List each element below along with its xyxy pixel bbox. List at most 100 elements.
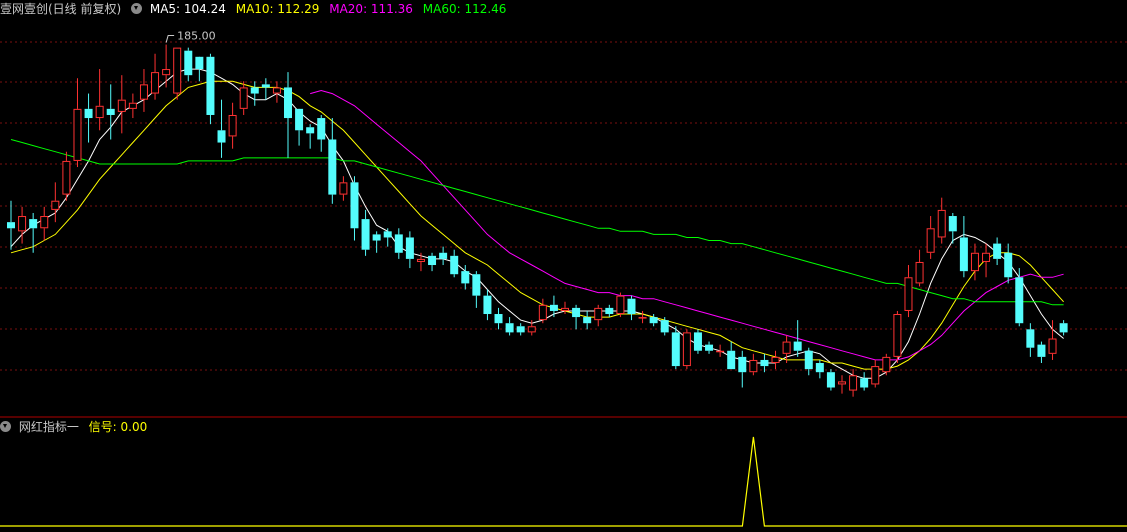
candle[interactable] <box>284 72 292 158</box>
candle[interactable] <box>405 231 414 269</box>
candle[interactable] <box>893 310 902 364</box>
candle[interactable] <box>1004 243 1013 284</box>
candle[interactable] <box>51 182 60 223</box>
candle[interactable] <box>394 228 403 259</box>
candle[interactable] <box>361 209 370 256</box>
candle[interactable] <box>84 93 93 143</box>
candle-body-up <box>915 261 924 284</box>
candle[interactable] <box>317 114 326 152</box>
candle[interactable] <box>151 53 160 100</box>
candle[interactable] <box>195 56 204 82</box>
candle[interactable] <box>62 151 71 201</box>
candle[interactable] <box>250 81 259 106</box>
candle[interactable] <box>1037 341 1046 364</box>
candle[interactable] <box>95 69 104 131</box>
candle[interactable] <box>982 243 991 278</box>
candle[interactable] <box>173 47 182 100</box>
candle[interactable] <box>428 252 437 272</box>
candle[interactable] <box>760 353 769 373</box>
candle[interactable] <box>306 124 315 149</box>
candle-body-down <box>1015 277 1024 324</box>
candle[interactable] <box>439 246 448 266</box>
indicator-menu-icon[interactable] <box>131 3 143 14</box>
candle[interactable] <box>40 206 49 241</box>
candle[interactable] <box>882 353 891 376</box>
candle[interactable] <box>926 216 935 259</box>
candle[interactable] <box>749 353 758 376</box>
candle[interactable] <box>328 118 337 204</box>
candle-body-up <box>51 200 60 210</box>
candle[interactable] <box>18 206 27 244</box>
candle-body-up <box>339 182 348 195</box>
candle[interactable] <box>217 99 226 158</box>
candle-body-down <box>295 108 304 131</box>
candle[interactable] <box>860 372 869 391</box>
candle[interactable] <box>605 304 614 318</box>
candle[interactable] <box>494 307 503 330</box>
signal-line <box>0 436 1127 527</box>
candle[interactable] <box>627 295 636 321</box>
candle[interactable] <box>117 75 126 134</box>
candle[interactable] <box>727 341 736 370</box>
candle[interactable] <box>904 265 913 318</box>
candle[interactable] <box>705 341 714 354</box>
candle[interactable] <box>184 47 193 82</box>
sub-header: 网红指标一 信号: 0.00 <box>0 418 153 436</box>
candle[interactable] <box>162 44 171 88</box>
candle[interactable] <box>682 329 691 370</box>
candle[interactable] <box>272 81 281 103</box>
candle[interactable] <box>450 249 459 278</box>
candle[interactable] <box>228 102 237 149</box>
candle[interactable] <box>206 53 215 125</box>
candle[interactable] <box>350 176 359 241</box>
candle[interactable] <box>616 292 625 318</box>
candle[interactable] <box>804 347 813 376</box>
candle[interactable] <box>993 237 1002 266</box>
candle[interactable] <box>295 108 304 146</box>
candle-body-up <box>40 216 49 229</box>
candle[interactable] <box>638 310 647 324</box>
candle-body-down <box>760 359 769 367</box>
candle[interactable] <box>671 326 680 370</box>
candle[interactable] <box>7 200 15 250</box>
candle-body-down <box>693 332 702 351</box>
candle[interactable] <box>472 271 481 308</box>
candle[interactable] <box>572 304 581 330</box>
candle[interactable] <box>959 216 968 278</box>
candle[interactable] <box>483 289 492 321</box>
candle[interactable] <box>505 317 514 336</box>
candle[interactable] <box>583 310 592 330</box>
candle[interactable] <box>1059 320 1068 336</box>
candle[interactable] <box>826 369 835 391</box>
candle[interactable] <box>128 93 137 119</box>
candle[interactable] <box>937 197 946 244</box>
candle[interactable] <box>716 344 725 357</box>
sub-indicator-menu-icon[interactable] <box>0 421 11 432</box>
candle[interactable] <box>815 359 824 379</box>
candle[interactable] <box>549 295 558 318</box>
candle[interactable] <box>849 369 858 397</box>
candle-body-up <box>228 114 237 137</box>
candle[interactable] <box>73 78 82 168</box>
candle[interactable] <box>516 323 525 336</box>
candlestick-series[interactable] <box>7 44 1068 397</box>
candle[interactable] <box>372 231 381 253</box>
candle[interactable] <box>1026 323 1035 357</box>
candle[interactable] <box>594 304 603 327</box>
candle[interactable] <box>838 375 846 394</box>
candle-body-up <box>18 216 27 232</box>
candle[interactable] <box>339 176 348 201</box>
candle[interactable] <box>383 228 392 247</box>
candle[interactable] <box>261 78 270 100</box>
candle[interactable] <box>693 329 702 354</box>
candle[interactable] <box>106 84 115 140</box>
candle[interactable] <box>538 298 547 324</box>
candle[interactable] <box>738 350 747 388</box>
candle-body-up <box>538 304 547 321</box>
candle[interactable] <box>793 320 802 357</box>
candle[interactable] <box>871 359 880 388</box>
candle[interactable] <box>139 69 148 112</box>
candle[interactable] <box>771 350 780 370</box>
candle[interactable] <box>915 249 924 287</box>
candle[interactable] <box>239 81 248 115</box>
